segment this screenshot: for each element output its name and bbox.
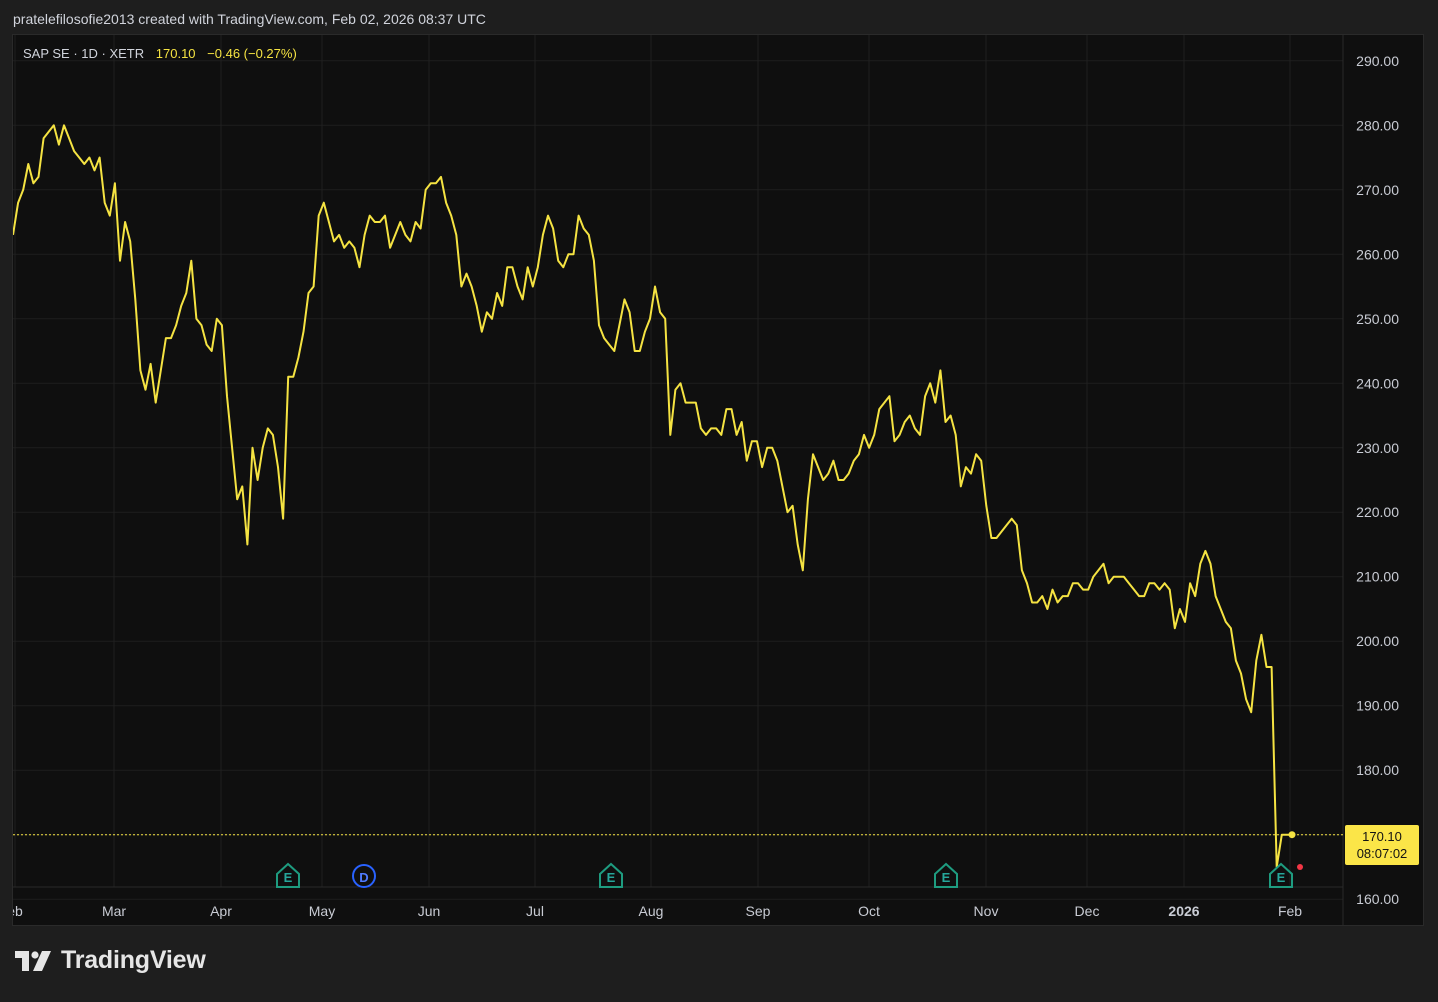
chart-credit: pratelefilosofie2013 created with Tradin…	[13, 11, 486, 27]
y-tick-label: 200.00	[1356, 633, 1399, 649]
earnings-icon[interactable]: E	[276, 862, 300, 888]
earnings-icon[interactable]: E	[1269, 862, 1293, 888]
event-marker-label: E	[284, 870, 293, 885]
x-tick-label: Dec	[1075, 903, 1100, 919]
y-tick-label: 250.00	[1356, 311, 1399, 327]
earnings-icon[interactable]: E	[934, 862, 958, 888]
event-marker-label: E	[607, 870, 616, 885]
event-marker-label: D	[359, 870, 368, 885]
bar-countdown: 08:07:02	[1356, 845, 1408, 861]
x-tick-label: Oct	[858, 903, 880, 919]
y-tick-label: 270.00	[1356, 182, 1399, 198]
y-tick-label: 210.00	[1356, 569, 1399, 585]
y-tick-label: 190.00	[1356, 698, 1399, 714]
x-tick-label: May	[309, 903, 335, 919]
dividend-icon[interactable]: D	[352, 864, 376, 888]
tradingview-brand[interactable]: TradingView	[15, 946, 206, 975]
y-tick-label: 220.00	[1356, 504, 1399, 520]
tradingview-logo-icon	[15, 950, 51, 971]
x-tick-label: Sep	[746, 903, 771, 919]
symbol-legend[interactable]: SAP SE · 1D · XETR 170.10 −0.46 (−0.27%)	[23, 46, 297, 61]
x-tick-label: Feb	[1278, 903, 1302, 919]
earnings-icon[interactable]: E	[599, 862, 623, 888]
event-marker-label: E	[1277, 870, 1286, 885]
x-tick-label: Jul	[526, 903, 544, 919]
price-chart[interactable]: 290.00 280.00 270.00 260.00 250.00 240.00 230.…	[13, 35, 1423, 925]
symbol-label: SAP SE · 1D · XETR	[23, 46, 145, 61]
x-tick-label: Nov	[974, 903, 999, 919]
legend-change: −0.46 (−0.27%)	[207, 46, 297, 61]
brand-name: TradingView	[61, 946, 206, 974]
last-price-value: 170.10	[1362, 828, 1402, 844]
last-price-dot	[1288, 831, 1296, 839]
y-tick-label: 290.00	[1356, 53, 1399, 69]
event-marker-label: E	[942, 870, 951, 885]
y-tick-label: 180.00	[1356, 762, 1399, 778]
y-tick-label: 230.00	[1356, 440, 1399, 456]
y-tick-label: 160.00	[1356, 891, 1399, 907]
notification-dot	[1297, 864, 1303, 870]
y-tick-label: 280.00	[1356, 117, 1399, 133]
x-tick-label: 2026	[1168, 903, 1199, 919]
x-tick-label: Mar	[102, 903, 126, 919]
y-tick-label: 260.00	[1356, 246, 1399, 262]
last-price-tag: 170.10 08:07:02	[1345, 824, 1419, 865]
price-series-line	[13, 124, 1292, 868]
x-tick-label: Apr	[210, 903, 232, 919]
y-tick-label: 240.00	[1356, 375, 1399, 391]
x-tick-label: Jun	[418, 903, 441, 919]
x-tick-label: eb	[13, 903, 23, 919]
x-tick-label: Aug	[639, 903, 664, 919]
legend-price: 170.10	[155, 46, 196, 61]
chart-panel[interactable]: 290.00 280.00 270.00 260.00 250.00 240.00 230.…	[12, 34, 1424, 926]
